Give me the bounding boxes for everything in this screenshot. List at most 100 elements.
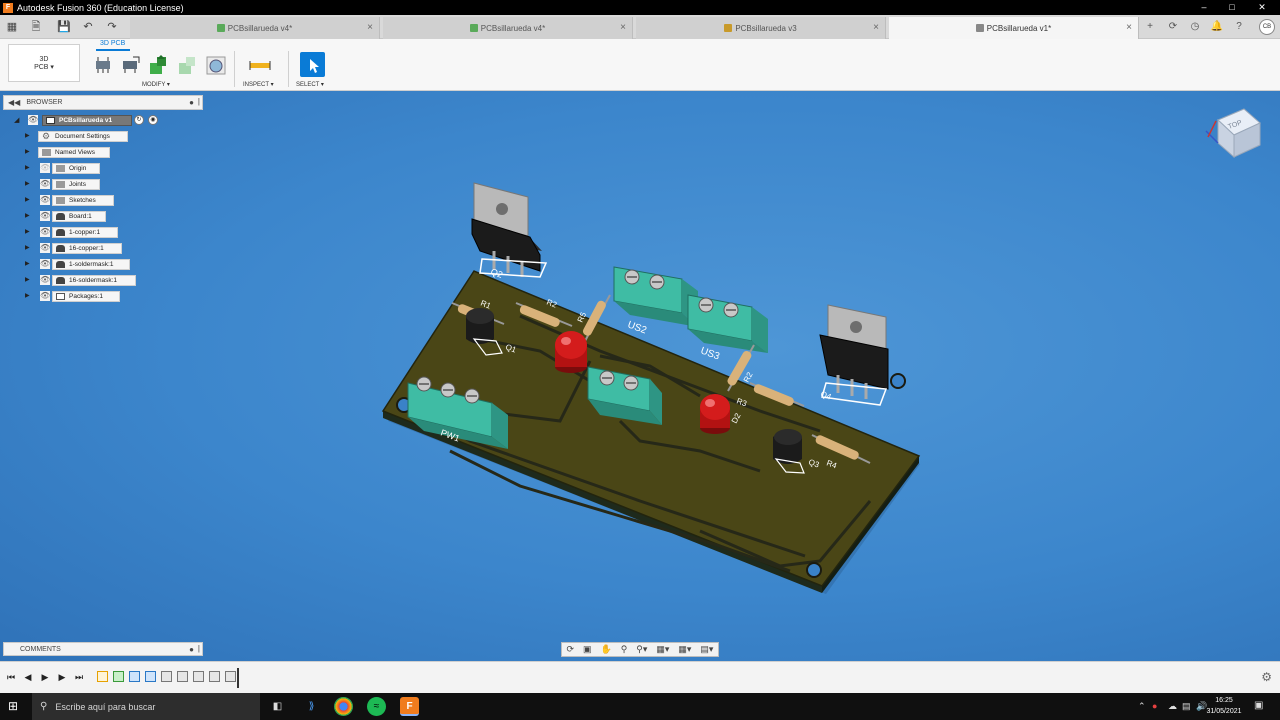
save-icon[interactable]: 💾 <box>56 19 72 35</box>
tab-3d-pcb[interactable]: 3D PCB <box>100 40 125 47</box>
activate-radio-icon[interactable]: ◉ <box>148 115 158 125</box>
expand-icon[interactable]: ▶ <box>25 244 31 252</box>
display-settings-icon[interactable]: ▦▾ <box>656 644 669 655</box>
taskbar-clock[interactable]: 16:25 31/05/2021 <box>1200 695 1248 717</box>
tree-item-sketches[interactable]: ▶ 👁 Sketches <box>0 194 200 206</box>
tray-antivirus-icon[interactable]: ● <box>1152 701 1157 711</box>
avatar[interactable]: CB <box>1259 19 1275 35</box>
chrome-icon[interactable] <box>334 697 353 716</box>
tree-root[interactable]: ◢ 👁 PCBsillarueda v1 ↻ ◉ <box>0 114 200 126</box>
tree-item-1-soldermask[interactable]: ▶ 👁 1-soldermask:1 <box>0 258 200 270</box>
windows-start-icon[interactable]: ⊞ <box>8 699 22 713</box>
visibility-eye-icon[interactable]: 👁 <box>40 195 50 205</box>
job-status-icon[interactable]: ◷ <box>1188 20 1202 34</box>
select-tool-icon[interactable] <box>300 52 325 77</box>
step-forward-icon[interactable]: ▶ <box>56 671 68 683</box>
link-icon[interactable]: ↻ <box>134 115 144 125</box>
minimize-icon[interactable]: – <box>1190 0 1218 15</box>
file-icon[interactable]: 🗎 <box>28 19 44 35</box>
vscode-icon[interactable]: ⟫ <box>302 697 321 716</box>
tree-item-document-settings[interactable]: ▶ ⚙ Document Settings <box>0 130 200 142</box>
timeline-settings-gear-icon[interactable]: ⚙ <box>1261 670 1272 684</box>
taskbar-search-input[interactable]: ⚲ Escribe aquí para buscar <box>32 693 260 720</box>
expand-icon[interactable]: ▶ <box>25 260 31 268</box>
task-view-icon[interactable]: ◧ <box>268 697 287 716</box>
fit-icon[interactable]: ⚲▾ <box>636 644 647 655</box>
tray-chevron-up-icon[interactable]: ⌃ <box>1138 701 1146 712</box>
expand-icon[interactable]: ▶ <box>25 228 31 236</box>
3d-viewport[interactable]: Q2 R1 R2 R5 Q1 US2 US3 R2 R3 Q4 D2 Q3 R4… <box>0 91 1280 661</box>
visibility-eye-icon[interactable]: 👁 <box>40 291 50 301</box>
comments-panel-header[interactable]: COMMENTS ● | <box>3 642 203 656</box>
visibility-eye-icon[interactable]: 👁 <box>40 259 50 269</box>
tab-pcbsillarueda-v4-a[interactable]: PCBsillarueda v4* × <box>130 17 380 39</box>
timeline-extrude-icon[interactable] <box>113 671 124 682</box>
close-tab-icon[interactable]: × <box>367 22 373 33</box>
workspace-switcher-button[interactable]: 3D PCB ▾ <box>8 44 80 82</box>
panel-options-icon[interactable]: ● <box>189 98 194 107</box>
close-tab-icon[interactable]: × <box>873 22 879 33</box>
visibility-eye-icon[interactable]: 👁 <box>40 211 50 221</box>
view-cube[interactable]: TOP <box>1205 108 1261 159</box>
timeline-component-icon[interactable] <box>129 671 140 682</box>
inspect-menu[interactable]: INSPECT ▾ <box>243 81 274 88</box>
notification-center-icon[interactable]: ▣ <box>1254 700 1263 711</box>
tree-item-16-copper[interactable]: ▶ 👁 16-copper:1 <box>0 242 200 254</box>
grid-icon[interactable]: ▦▾ <box>678 644 691 655</box>
visibility-eye-icon[interactable]: 👁 <box>40 163 50 173</box>
timeline-body-icon[interactable] <box>193 671 204 682</box>
tab-pcbsillarueda-v1[interactable]: PCBsillarueda v1* × <box>889 17 1139 39</box>
timeline-body-icon[interactable] <box>177 671 188 682</box>
notifications-icon[interactable]: 🔔 <box>1210 20 1224 34</box>
add-comment-icon[interactable]: ● <box>189 645 194 654</box>
timeline-component-icon[interactable] <box>145 671 156 682</box>
pcb-move-tool-icon[interactable] <box>119 54 141 76</box>
go-to-end-icon[interactable]: ⏭ <box>73 671 85 683</box>
expand-icon[interactable]: ▶ <box>25 212 31 220</box>
tab-pcbsillarueda-v3[interactable]: PCBsillarueda v3 × <box>636 17 886 39</box>
timeline-sketch-icon[interactable] <box>97 671 108 682</box>
close-tab-icon[interactable]: × <box>620 22 626 33</box>
visibility-eye-icon[interactable]: 👁 <box>40 179 50 189</box>
tray-network-icon[interactable]: ▤ <box>1182 701 1191 712</box>
align-tool-icon[interactable] <box>176 54 198 76</box>
visibility-eye-icon[interactable]: 👁 <box>40 243 50 253</box>
go-to-start-icon[interactable]: ⏮ <box>5 671 17 683</box>
timeline-body-icon[interactable] <box>161 671 172 682</box>
tab-pcbsillarueda-v4-b[interactable]: PCBsillarueda v4* × <box>383 17 633 39</box>
tray-onedrive-icon[interactable]: ☁ <box>1168 701 1177 712</box>
timeline-body-icon[interactable] <box>209 671 220 682</box>
expand-icon[interactable]: ▶ <box>25 148 31 156</box>
expand-icon[interactable]: ▶ <box>25 180 31 188</box>
zoom-icon[interactable]: ⚲ <box>621 644 628 655</box>
maximize-icon[interactable]: □ <box>1218 0 1246 15</box>
step-back-icon[interactable]: ◀ <box>22 671 34 683</box>
play-icon[interactable]: ▶ <box>39 671 51 683</box>
expand-icon[interactable]: ▶ <box>25 292 31 300</box>
timeline-body-icon[interactable] <box>225 671 236 682</box>
tree-item-16-soldermask[interactable]: ▶ 👁 16-soldermask:1 <box>0 274 200 286</box>
timeline-marker[interactable] <box>237 668 239 688</box>
collapse-icon[interactable]: ◢ <box>14 116 19 124</box>
help-icon[interactable]: ? <box>1232 20 1246 34</box>
pan-hand-icon[interactable]: ✋ <box>601 644 612 655</box>
look-at-icon[interactable]: ▣ <box>583 644 592 655</box>
tree-item-board[interactable]: ▶ 👁 Board:1 <box>0 210 200 222</box>
viewports-icon[interactable]: ▤▾ <box>700 644 713 655</box>
close-icon[interactable]: ✕ <box>1248 0 1276 15</box>
browser-panel-header[interactable]: ◀◀ BROWSER ● | <box>3 95 203 110</box>
tree-item-named-views[interactable]: ▶ Named Views <box>0 146 200 158</box>
expand-icon[interactable]: ▶ <box>25 132 31 140</box>
measure-tool-icon[interactable] <box>249 54 271 76</box>
undo-icon[interactable]: ↶ <box>80 19 96 35</box>
visibility-eye-icon[interactable]: 👁 <box>40 275 50 285</box>
modify-menu[interactable]: MODIFY ▾ <box>142 81 170 88</box>
tree-item-packages[interactable]: ▶ 👁 Packages:1 <box>0 290 200 302</box>
orbit-icon[interactable]: ⟳ <box>566 644 574 655</box>
spotify-icon[interactable]: ≈ <box>367 697 386 716</box>
visibility-eye-icon[interactable]: 👁 <box>28 115 38 125</box>
extensions-icon[interactable]: ⟳ <box>1166 20 1180 34</box>
tree-item-1-copper[interactable]: ▶ 👁 1-copper:1 <box>0 226 200 238</box>
expand-icon[interactable]: ▶ <box>25 196 31 204</box>
expand-icon[interactable]: ▶ <box>25 276 31 284</box>
